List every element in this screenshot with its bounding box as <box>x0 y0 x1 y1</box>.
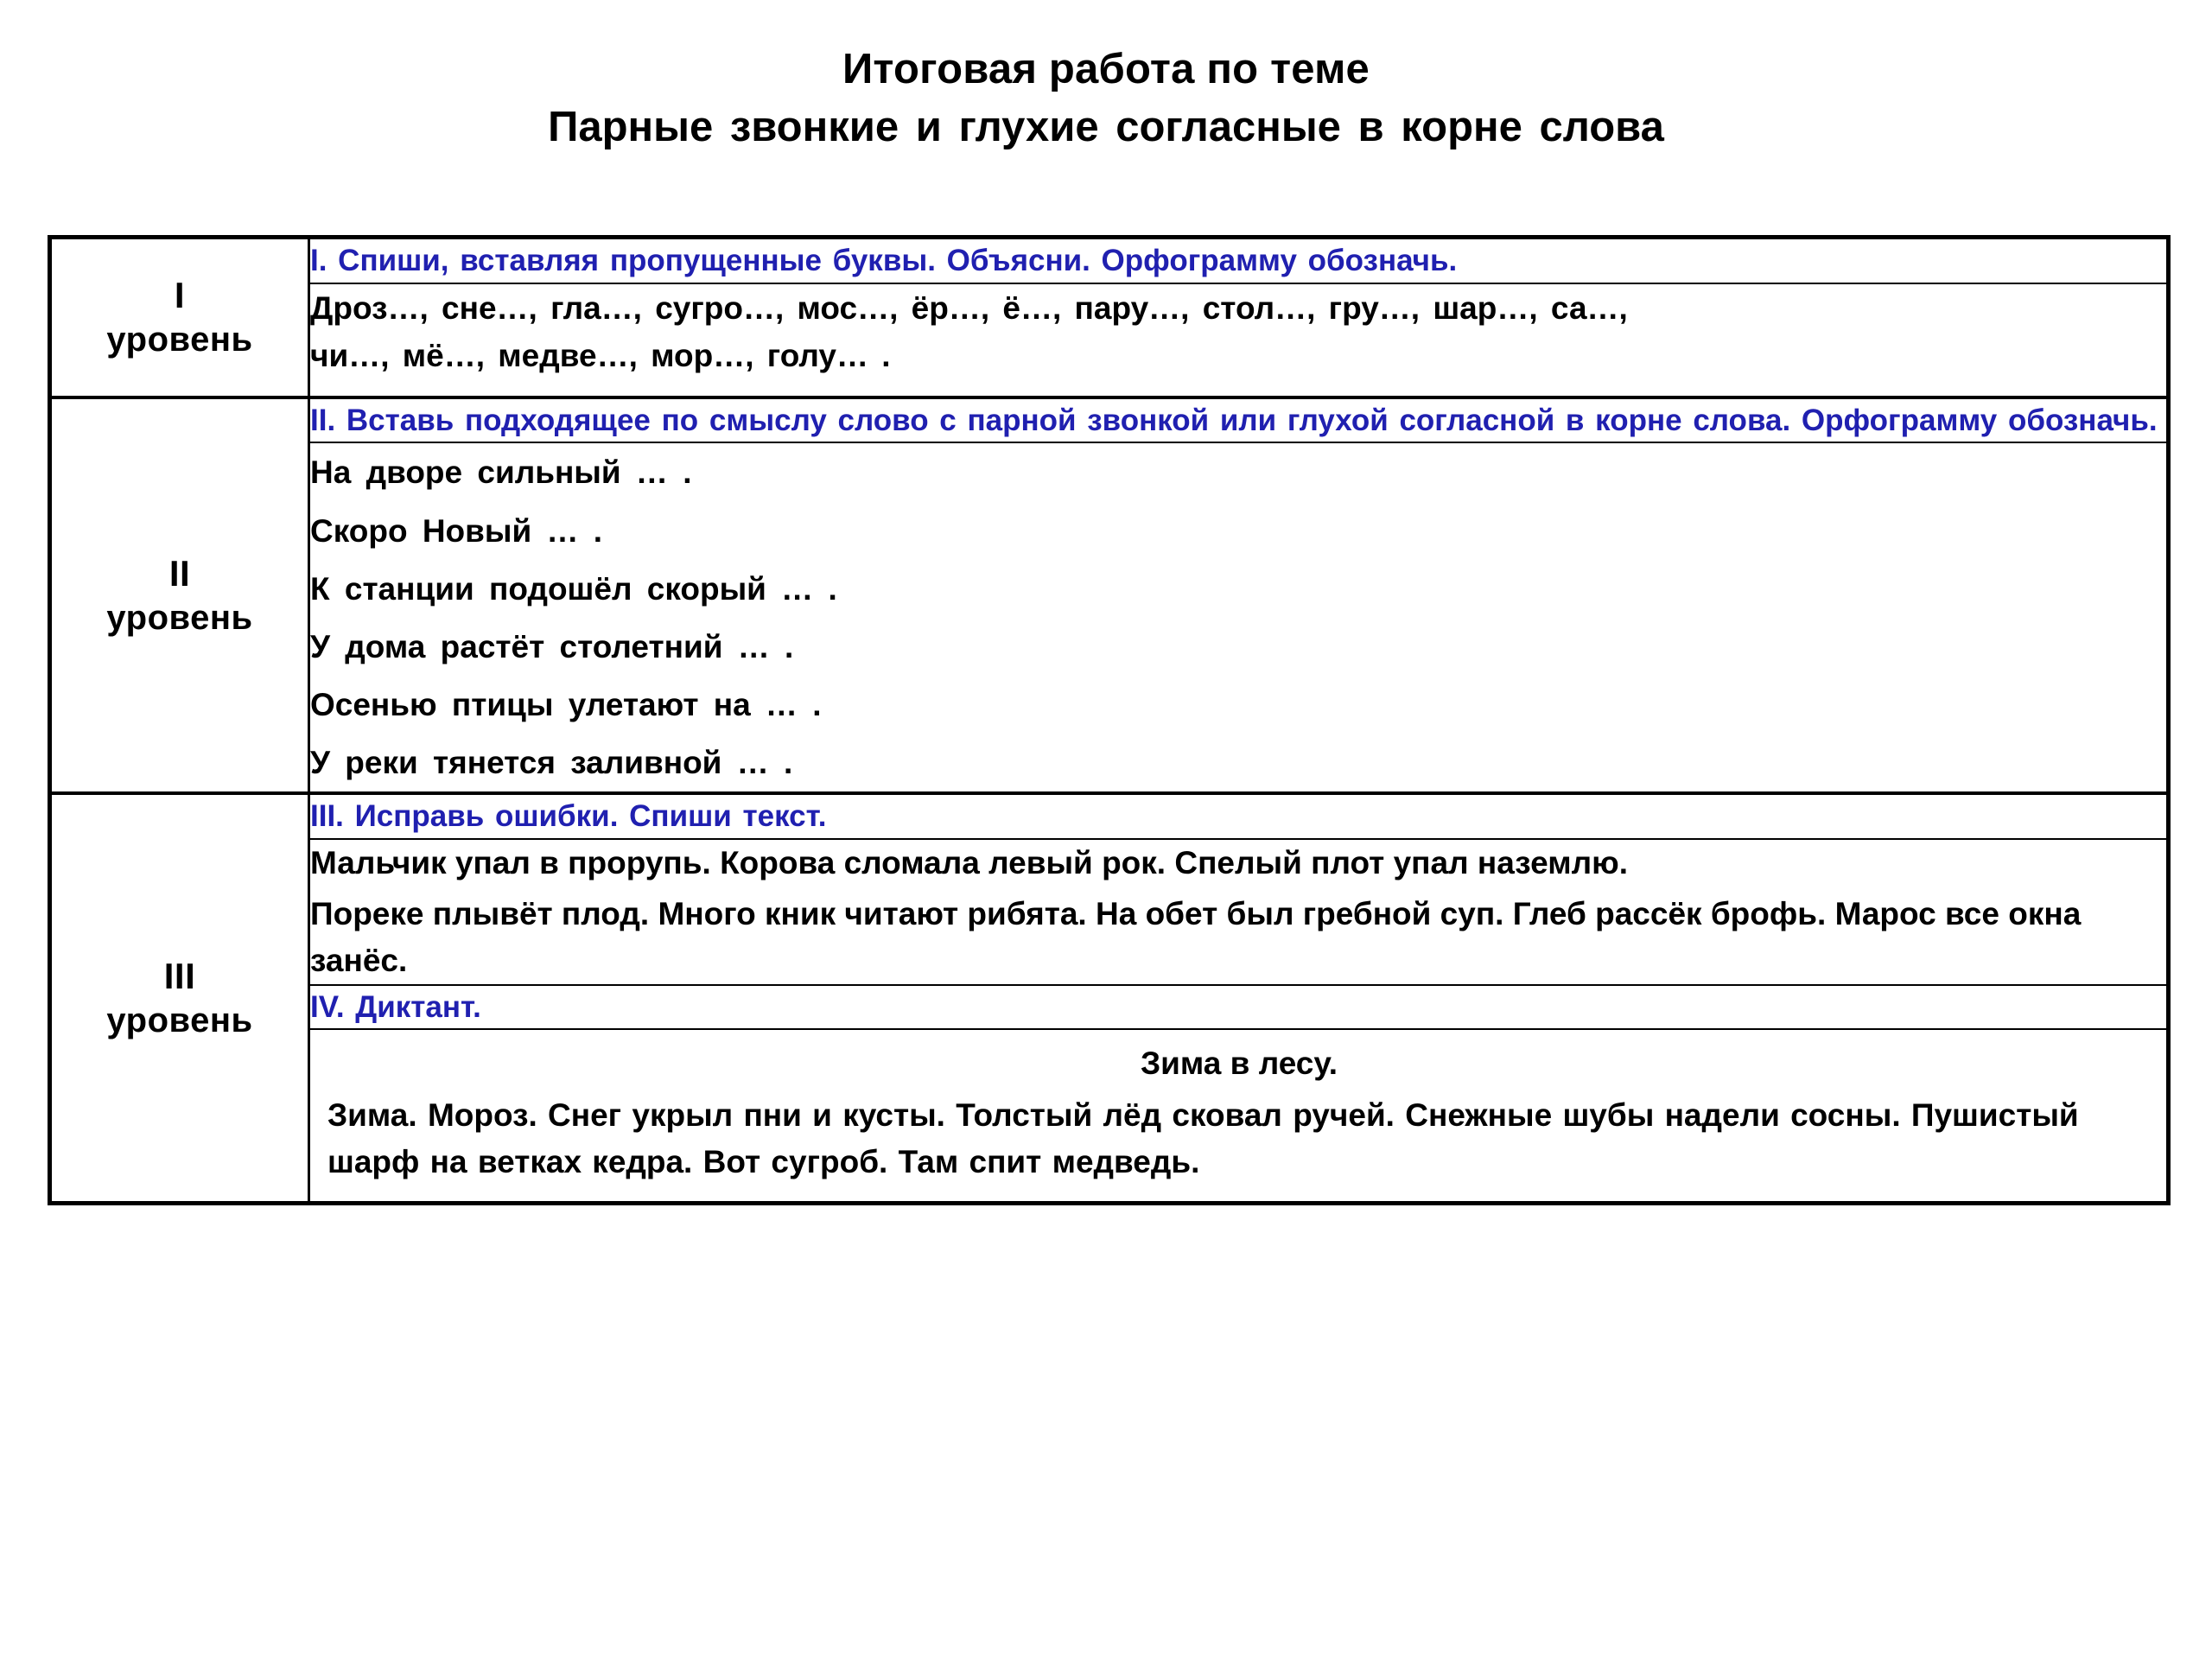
dictation-title: Зима в лесу. <box>1141 1046 1338 1082</box>
task-4-body: Зима в лесу. Зима. Мороз. Снег укрыл пни… <box>308 1028 2170 1205</box>
list-item: К станции подошёл скорый … . <box>310 570 837 607</box>
level-word-1: уровень <box>106 321 253 359</box>
list-item: Осенью птицы улетают на … . <box>310 686 822 722</box>
level-cell-2: II уровень <box>48 396 310 796</box>
task-3-paragraph-1: Мальчик упал в прорупь. Корова сломала л… <box>310 844 1628 880</box>
task-1-body: Дроз…, сне…, гла…, сугро…, мос…, ёр…, ё…… <box>308 282 2170 399</box>
list-item: На дворе сильный … . <box>310 454 692 491</box>
table-row-task-3-body: Мальчик упал в прорупь. Корова сломала л… <box>50 837 2170 986</box>
worksheet-page: Итоговая работа по теме Парные звонкие и… <box>0 0 2212 1659</box>
level-word-2: уровень <box>106 599 253 637</box>
task-3-body: Мальчик упал в прорупь. Корова сломала л… <box>308 837 2170 986</box>
level-cell-3: III уровень <box>48 792 310 1205</box>
dictation-text: Зима. Мороз. Снег укрыл пни и кусты. Тол… <box>327 1097 2079 1179</box>
level-roman-1: I <box>174 275 186 316</box>
level-cell-1: I уровень <box>48 236 310 399</box>
task-3-heading: III. Исправь ошибки. Спиши текст. <box>308 792 2170 840</box>
table-row-level-3-heading: III уровень III. Исправь ошибки. Спиши т… <box>48 792 2170 1205</box>
level-roman-3: III <box>163 955 196 996</box>
worksheet-table: I уровень I. Спиши, вставляя пропущенные… <box>48 235 2171 1205</box>
level-label-1: I уровень <box>52 276 308 359</box>
table-row-task-4-body: Зима в лесу. Зима. Мороз. Снег укрыл пни… <box>50 1028 2170 1205</box>
task-2-body: На дворе сильный … . Скоро Новый … . К с… <box>308 442 2170 796</box>
list-item: У реки тянется заливной … . <box>310 745 793 780</box>
task-2-heading: II. Вставь подходящее по смыслу слово с … <box>308 396 2170 444</box>
level-roman-2: II <box>168 552 191 594</box>
page-subtitle: Парные звонкие и глухие согласные в корн… <box>548 103 1664 150</box>
table-row-level-1-heading: I уровень I. Спиши, вставляя пропущенные… <box>48 236 2170 399</box>
level-label-2: II уровень <box>52 552 308 637</box>
list-item: Скоро Новый … . <box>310 512 603 549</box>
task-1-words-line-2: чи…, мё…, медве…, мор…, голу… . <box>310 338 891 374</box>
table-row-level-2-body: На дворе сильный … . Скоро Новый … . К с… <box>50 442 2170 796</box>
task-1-words-line-1: Дроз…, сне…, гла…, сугро…, мос…, ёр…, ё…… <box>310 289 1628 326</box>
table-row-task-4-heading: IV. Диктант. <box>50 983 2170 1031</box>
level-label-3: III уровень <box>52 955 308 1039</box>
title-block: Итоговая работа по теме Парные звонкие и… <box>0 0 2212 153</box>
task-4-heading: IV. Диктант. <box>308 983 2170 1031</box>
task-3-paragraph-2: Пореке плывёт плод. Много кник читают ри… <box>310 896 2082 979</box>
page-title: Итоговая работа по теме <box>842 46 1370 92</box>
table-row-level-1-body: Дроз…, сне…, гла…, сугро…, мос…, ёр…, ё…… <box>50 282 2170 399</box>
table-row-level-2-heading: II уровень II. Вставь подходящее по смыс… <box>48 396 2170 796</box>
task-1-heading: I. Спиши, вставляя пропущенные буквы. Об… <box>308 236 2170 284</box>
level-word-3: уровень <box>106 1001 253 1039</box>
list-item: У дома растёт столетний … . <box>310 628 794 664</box>
